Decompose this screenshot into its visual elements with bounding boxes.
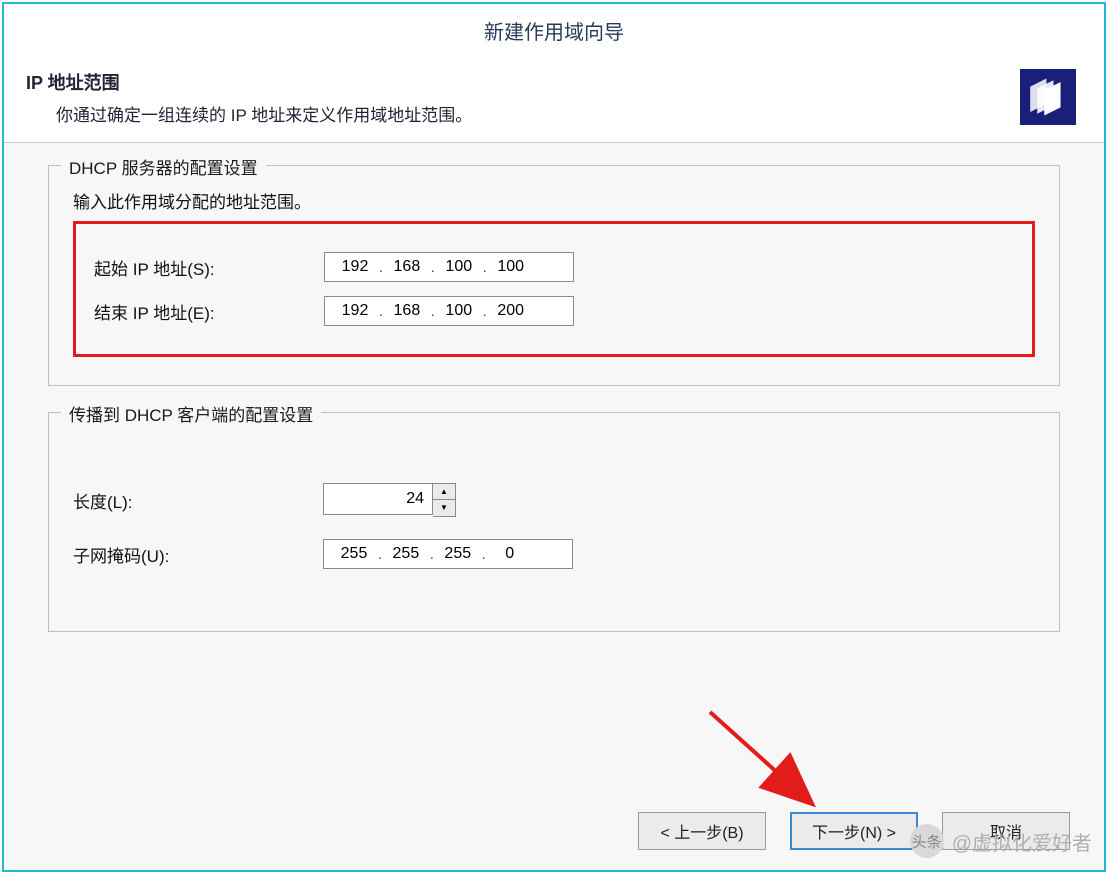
- end-ip-row: 结束 IP 地址(E): . . .: [94, 296, 1014, 326]
- header-title: IP 地址范围: [26, 69, 1020, 95]
- length-input-wrap: ▲ ▼: [323, 483, 456, 517]
- group1-legend: DHCP 服务器的配置设置: [61, 154, 266, 179]
- wizard-header: IP 地址范围 你通过确定一组连续的 IP 地址来定义作用域地址范围。: [4, 55, 1104, 143]
- length-input[interactable]: [323, 483, 433, 515]
- ip-dot: .: [480, 546, 488, 562]
- subnet-mask-input[interactable]: . . .: [323, 539, 573, 569]
- ip-dot: .: [429, 303, 437, 319]
- ip-range-highlight: 起始 IP 地址(S): . . . 结束 IP 地址(E):: [73, 221, 1035, 357]
- watermark-badge: 头条: [910, 824, 944, 858]
- header-text-block: IP 地址范围 你通过确定一组连续的 IP 地址来定义作用域地址范围。: [26, 69, 1020, 126]
- ip-dot: .: [377, 303, 385, 319]
- mask-oct3[interactable]: [436, 545, 480, 563]
- ip-dot: .: [428, 546, 436, 562]
- ip-dot: .: [429, 259, 437, 275]
- subnet-mask-label: 子网掩码(U):: [73, 542, 323, 567]
- header-description: 你通过确定一组连续的 IP 地址来定义作用域地址范围。: [26, 101, 1020, 126]
- next-button[interactable]: 下一步(N) >: [790, 812, 918, 850]
- start-ip-label: 起始 IP 地址(S):: [94, 255, 324, 280]
- group2-legend: 传播到 DHCP 客户端的配置设置: [61, 401, 321, 426]
- ip-dot: .: [376, 546, 384, 562]
- start-ip-input[interactable]: . . .: [324, 252, 574, 282]
- dhcp-server-config-group: DHCP 服务器的配置设置 输入此作用域分配的地址范围。 起始 IP 地址(S)…: [48, 165, 1060, 386]
- length-label: 长度(L):: [73, 488, 323, 513]
- start-ip-row: 起始 IP 地址(S): . . .: [94, 252, 1014, 282]
- back-button[interactable]: < 上一步(B): [638, 812, 766, 850]
- watermark-text: @虚拟化爱好者: [952, 827, 1092, 856]
- mask-oct4[interactable]: [488, 545, 532, 563]
- end-ip-oct2[interactable]: [385, 302, 429, 320]
- wizard-content: DHCP 服务器的配置设置 输入此作用域分配的地址范围。 起始 IP 地址(S)…: [4, 143, 1104, 798]
- start-ip-oct4[interactable]: [489, 258, 533, 276]
- mask-oct1[interactable]: [332, 545, 376, 563]
- wizard-window: 新建作用域向导 IP 地址范围 你通过确定一组连续的 IP 地址来定义作用域地址…: [2, 2, 1106, 872]
- subnet-mask-row: 子网掩码(U): . . .: [73, 539, 1035, 569]
- start-ip-oct3[interactable]: [437, 258, 481, 276]
- length-row: 长度(L): ▲ ▼: [73, 483, 1035, 517]
- end-ip-oct4[interactable]: [489, 302, 533, 320]
- dhcp-client-config-group: 传播到 DHCP 客户端的配置设置 长度(L): ▲ ▼ 子网掩码(U): .: [48, 412, 1060, 632]
- ip-dot: .: [481, 303, 489, 319]
- length-spin-down[interactable]: ▼: [433, 500, 455, 516]
- watermark: 头条 @虚拟化爱好者: [910, 824, 1092, 858]
- end-ip-oct3[interactable]: [437, 302, 481, 320]
- start-ip-oct1[interactable]: [333, 258, 377, 276]
- start-ip-oct2[interactable]: [385, 258, 429, 276]
- end-ip-input[interactable]: . . .: [324, 296, 574, 326]
- ip-dot: .: [377, 259, 385, 275]
- window-title: 新建作用域向导: [4, 4, 1104, 55]
- range-label: 输入此作用域分配的地址范围。: [73, 188, 1035, 213]
- length-spinner: ▲ ▼: [433, 483, 456, 517]
- mask-oct2[interactable]: [384, 545, 428, 563]
- wizard-icon: [1020, 69, 1076, 125]
- ip-dot: .: [481, 259, 489, 275]
- length-spin-up[interactable]: ▲: [433, 484, 455, 500]
- end-ip-oct1[interactable]: [333, 302, 377, 320]
- end-ip-label: 结束 IP 地址(E):: [94, 299, 324, 324]
